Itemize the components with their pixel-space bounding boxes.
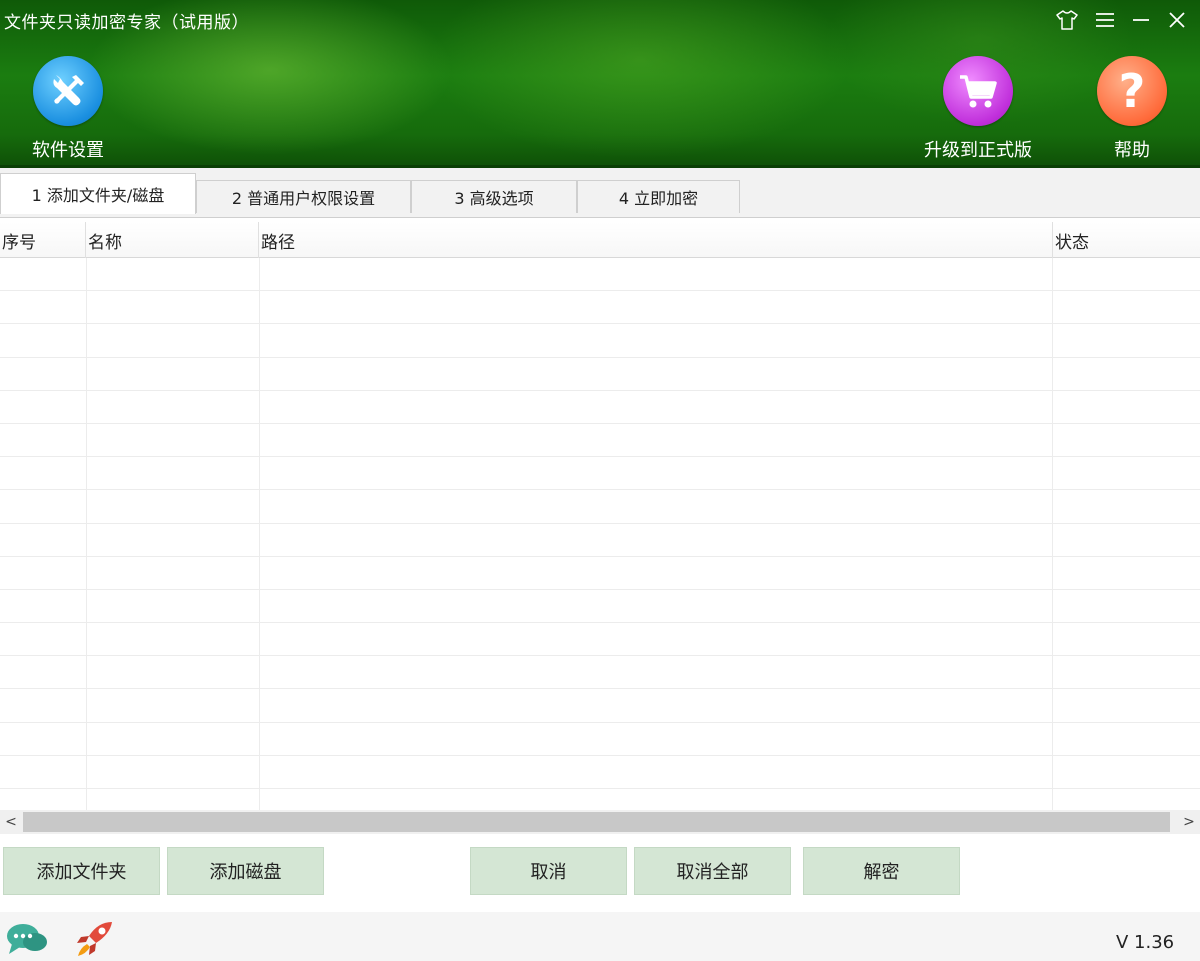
menu-icon[interactable]	[1091, 6, 1119, 34]
scroll-right-icon[interactable]: >	[1178, 810, 1200, 834]
title-bar: 文件夹只读加密专家（试用版） 软件设置 升级到正式版 ? 帮助	[0, 0, 1200, 168]
table-row[interactable]	[0, 457, 1200, 491]
tab-encrypt-now[interactable]: 4 立即加密	[577, 180, 740, 213]
scrollbar-thumb[interactable]	[23, 812, 1170, 832]
software-settings-label: 软件设置	[32, 140, 104, 161]
status-bar: V 1.36	[0, 912, 1200, 961]
tab-advanced-options[interactable]: 3 高级选项	[411, 180, 577, 213]
tab-user-permissions[interactable]: 2 普通用户权限设置	[196, 180, 411, 213]
table-row[interactable]	[0, 689, 1200, 723]
tab-bar: 1 添加文件夹/磁盘 2 普通用户权限设置 3 高级选项 4 立即加密	[0, 168, 1200, 218]
version-label: V 1.36	[1116, 932, 1175, 953]
scroll-left-icon[interactable]: <	[0, 810, 22, 834]
tools-icon	[33, 56, 103, 126]
table-row[interactable]	[0, 756, 1200, 789]
table-row[interactable]	[0, 358, 1200, 391]
table-row[interactable]	[0, 291, 1200, 325]
rocket-icon[interactable]	[74, 918, 116, 960]
table-row[interactable]	[0, 391, 1200, 424]
table-row[interactable]	[0, 623, 1200, 657]
table-row[interactable]	[0, 424, 1200, 458]
cancel-all-button[interactable]: 取消全部	[634, 847, 791, 895]
cancel-button[interactable]: 取消	[470, 847, 627, 895]
chat-bubble-icon[interactable]	[6, 922, 48, 956]
horizontal-scrollbar[interactable]: < >	[0, 810, 1200, 834]
add-disk-button[interactable]: 添加磁盘	[167, 847, 324, 895]
table-body	[0, 258, 1200, 789]
close-icon[interactable]	[1163, 6, 1191, 34]
table-row[interactable]	[0, 557, 1200, 590]
table-header: 序号 名称 路径 状态	[0, 222, 1200, 258]
table-row[interactable]	[0, 723, 1200, 756]
software-settings-button[interactable]: 软件设置	[8, 56, 128, 162]
column-header-name[interactable]: 名称	[86, 222, 259, 258]
window-title: 文件夹只读加密专家（试用版）	[4, 13, 249, 33]
table-row[interactable]	[0, 656, 1200, 690]
column-header-index[interactable]: 序号	[0, 222, 86, 258]
skin-icon[interactable]	[1053, 6, 1081, 34]
column-header-status[interactable]: 状态	[1053, 222, 1200, 258]
help-label: 帮助	[1114, 140, 1150, 161]
decrypt-button[interactable]: 解密	[803, 847, 960, 895]
action-button-bar: 添加文件夹 添加磁盘 取消 取消全部 解密	[0, 834, 1200, 912]
shopping-cart-icon	[943, 56, 1013, 126]
table-row[interactable]	[0, 258, 1200, 292]
table-row[interactable]	[0, 524, 1200, 557]
upgrade-button[interactable]: 升级到正式版	[918, 56, 1038, 162]
folder-table[interactable]: 序号 名称 路径 状态	[0, 222, 1200, 810]
question-mark-icon: ?	[1097, 56, 1167, 126]
question-mark-glyph: ?	[1118, 64, 1146, 118]
add-folder-button[interactable]: 添加文件夹	[3, 847, 160, 895]
table-row[interactable]	[0, 590, 1200, 624]
help-button[interactable]: ? 帮助	[1072, 56, 1192, 162]
tab-add-folder-disk[interactable]: 1 添加文件夹/磁盘	[0, 173, 196, 214]
table-row[interactable]	[0, 324, 1200, 358]
upgrade-label: 升级到正式版	[924, 140, 1032, 161]
minimize-icon[interactable]	[1127, 6, 1155, 34]
column-header-path[interactable]: 路径	[259, 222, 1053, 258]
table-row[interactable]	[0, 490, 1200, 524]
